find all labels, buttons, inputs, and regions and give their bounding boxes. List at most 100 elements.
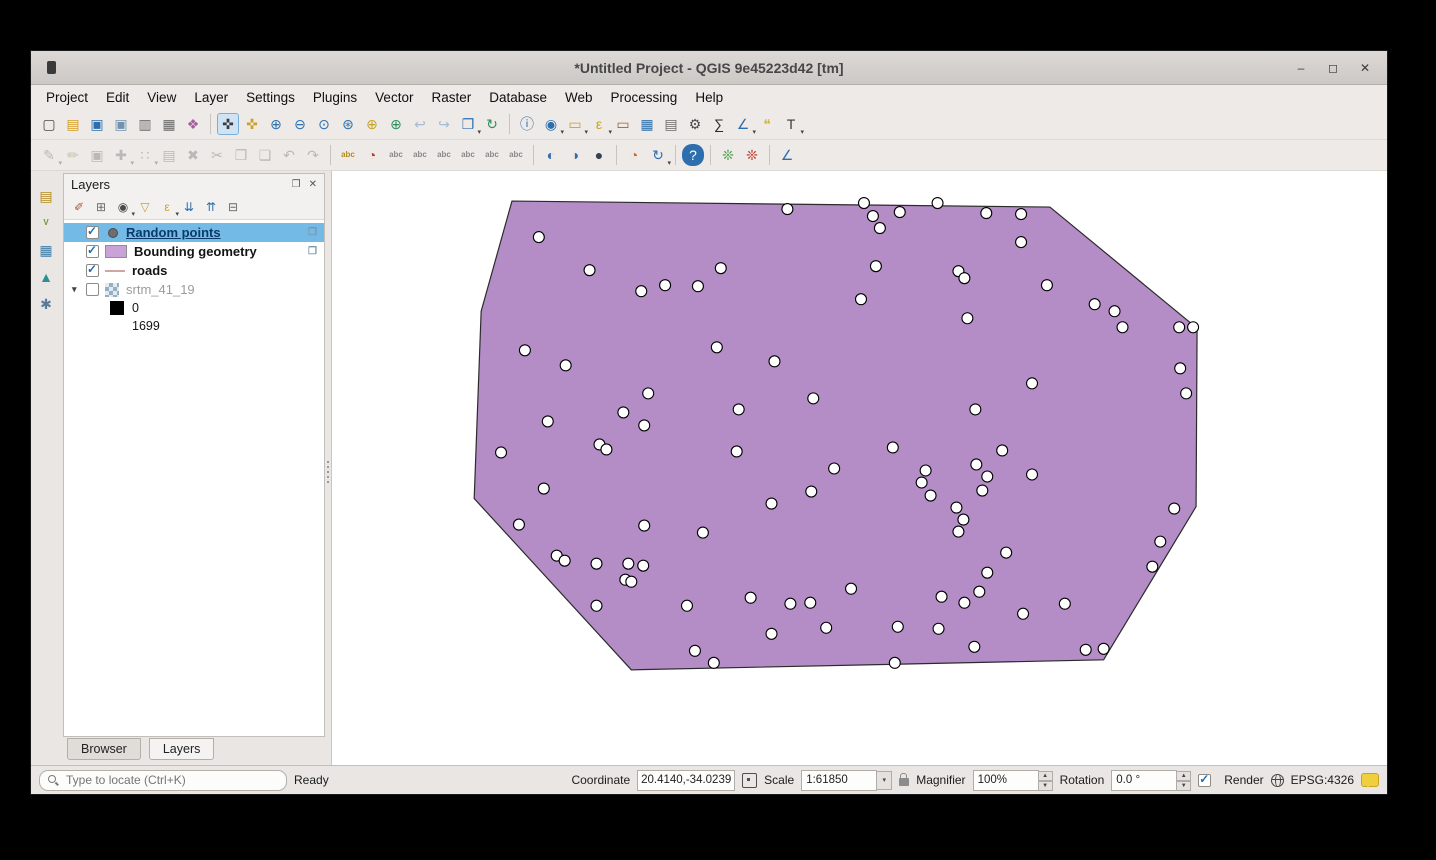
identify-features-button[interactable]: ⓘ — [516, 113, 538, 135]
magnifier-input[interactable] — [973, 770, 1039, 791]
select-by-expression-button[interactable]: ε▾ — [588, 113, 610, 135]
map-canvas[interactable] — [331, 171, 1387, 765]
menu-edit[interactable]: Edit — [97, 87, 138, 108]
open-layer-styling-button[interactable]: ✐ — [69, 197, 89, 217]
extents-toggle-icon[interactable] — [742, 773, 757, 788]
scale-input[interactable] — [801, 770, 877, 791]
map-tips-button[interactable]: ❝ — [756, 113, 778, 135]
text-annotation-button[interactable]: T▾ — [780, 113, 802, 135]
tab-layers[interactable]: Layers — [149, 738, 215, 760]
data-source-manager-button[interactable]: ▤ — [35, 185, 57, 207]
menu-vector[interactable]: Vector — [366, 87, 422, 108]
crs-globe-icon[interactable] — [1271, 774, 1284, 787]
menu-help[interactable]: Help — [686, 87, 732, 108]
zoom-native-button[interactable]: ⊙ — [313, 113, 335, 135]
menu-processing[interactable]: Processing — [602, 87, 687, 108]
rotate-label-button[interactable]: abc — [481, 144, 503, 166]
magnifier-spinbox[interactable]: ▲▼ — [973, 770, 1053, 791]
new-project-button[interactable]: ▢ — [38, 113, 60, 135]
layer-visibility-checkbox[interactable] — [86, 226, 99, 239]
log-messages-icon[interactable] — [1361, 773, 1379, 787]
measure-line-button[interactable]: ∠▾ — [732, 113, 754, 135]
rotation-input[interactable] — [1111, 770, 1177, 791]
tab-browser[interactable]: Browser — [67, 738, 141, 760]
open-attribute-table-button[interactable]: ▦ — [636, 113, 658, 135]
menu-database[interactable]: Database — [480, 87, 556, 108]
add-vector-layer-button[interactable]: V — [35, 212, 57, 234]
pan-to-selection-button[interactable]: ✜ — [241, 113, 263, 135]
menu-view[interactable]: View — [138, 87, 185, 108]
layer-labeling-button[interactable]: abc — [337, 144, 359, 166]
menu-layer[interactable]: Layer — [185, 87, 237, 108]
layer-row[interactable]: Bounding geometry❐ — [64, 242, 324, 261]
crs-label[interactable]: EPSG:4326 — [1291, 773, 1354, 787]
new-map-view-button[interactable]: ❐▾ — [457, 113, 479, 135]
add-raster-layer-button[interactable]: ▦ — [35, 239, 57, 261]
options-button[interactable]: ⚙ — [684, 113, 706, 135]
scale-combo[interactable]: ▾ — [801, 770, 892, 791]
collapse-all-button[interactable]: ⇈ — [201, 197, 221, 217]
coordinate-input[interactable] — [637, 770, 735, 791]
layer-visibility-checkbox[interactable] — [86, 264, 99, 277]
zoom-in-button[interactable]: ⊕ — [265, 113, 287, 135]
help-contents-button[interactable]: ? — [682, 144, 704, 166]
layer-row[interactable]: ▾srtm_41_19 — [64, 280, 324, 299]
dropdown-arrow-icon[interactable]: ▾ — [667, 159, 671, 167]
locate-box[interactable] — [39, 770, 287, 791]
menu-raster[interactable]: Raster — [422, 87, 480, 108]
menu-web[interactable]: Web — [556, 87, 602, 108]
chevron-down-icon[interactable]: ▾ — [877, 771, 892, 790]
zoom-to-selection-button[interactable]: ⊕ — [361, 113, 383, 135]
dropdown-arrow-icon[interactable]: ▾ — [800, 128, 804, 136]
filter-legend-button[interactable]: ▽ — [135, 197, 155, 217]
spin-down-icon[interactable]: ▼ — [1177, 781, 1191, 791]
manage-map-themes-button[interactable]: ◉▾ — [113, 197, 133, 217]
expand-arrow-icon[interactable]: ▾ — [72, 284, 86, 295]
zoom-full-button[interactable]: ⊛ — [337, 113, 359, 135]
open-project-button[interactable]: ▤ — [62, 113, 84, 135]
spin-up-icon[interactable]: ▲ — [1177, 771, 1191, 781]
layer-row[interactable]: roads — [64, 261, 324, 280]
dock-close-icon[interactable]: ✕ — [309, 179, 317, 190]
new-print-layout-button[interactable]: ▥ — [134, 113, 156, 135]
pan-map-button[interactable]: ✜ — [217, 113, 239, 135]
expand-all-button[interactable]: ⇊ — [179, 197, 199, 217]
render-checkbox[interactable] — [1198, 774, 1211, 787]
processing-history-button[interactable]: ◔ — [623, 144, 645, 166]
highlight-labels-button[interactable]: abc — [385, 144, 407, 166]
geocode-button[interactable]: ◑ — [564, 144, 586, 166]
spin-down-icon[interactable]: ▼ — [1039, 781, 1053, 791]
layers-panel-header[interactable]: Layers ❐ ✕ — [64, 174, 324, 194]
web-search-button[interactable]: ● — [588, 144, 610, 166]
rotation-spinbox[interactable]: ▲▼ — [1111, 770, 1191, 791]
title-bar[interactable]: *Untitled Project - QGIS 9e45223d42 [tm]… — [31, 51, 1387, 85]
save-project-button[interactable]: ▣ — [86, 113, 108, 135]
add-delimited-text-layer-button[interactable]: ✱ — [35, 293, 57, 315]
show-layout-manager-button[interactable]: ▦ — [158, 113, 180, 135]
pin-labels-button[interactable]: abc — [409, 144, 431, 166]
select-features-button[interactable]: ▭▾ — [564, 113, 586, 135]
style-manager-button[interactable]: ❖ — [182, 113, 204, 135]
menu-project[interactable]: Project — [37, 87, 97, 108]
change-label-button[interactable]: abc — [505, 144, 527, 166]
dock-float-icon[interactable]: ❐ — [292, 179, 301, 190]
spin-up-icon[interactable]: ▲ — [1039, 771, 1053, 781]
plugin-tool-1-button[interactable]: ❊ — [717, 144, 739, 166]
layer-diagrams-button[interactable]: ◔ — [361, 144, 383, 166]
refresh-map-button[interactable]: ↻ — [481, 113, 503, 135]
deselect-all-button[interactable]: ▭ — [612, 113, 634, 135]
layer-visibility-checkbox[interactable] — [86, 245, 99, 258]
statistics-summary-button[interactable]: ∑ — [708, 113, 730, 135]
menu-settings[interactable]: Settings — [237, 87, 304, 108]
add-group-button[interactable]: ⊞ — [91, 197, 111, 217]
save-project-as-button[interactable]: ▣ — [110, 113, 132, 135]
field-calculator-button[interactable]: ▤ — [660, 113, 682, 135]
locate-input[interactable] — [64, 772, 268, 788]
remove-layer-button[interactable]: ⊟ — [223, 197, 243, 217]
filter-by-expression-button[interactable]: ε▾ — [157, 197, 177, 217]
zoom-to-layer-button[interactable]: ⊕ — [385, 113, 407, 135]
layer-visibility-checkbox[interactable] — [86, 283, 99, 296]
minimize-button[interactable]: – — [1293, 61, 1309, 75]
run-feature-action-button[interactable]: ◉▾ — [540, 113, 562, 135]
profile-tool-button[interactable]: ∠ — [776, 144, 798, 166]
